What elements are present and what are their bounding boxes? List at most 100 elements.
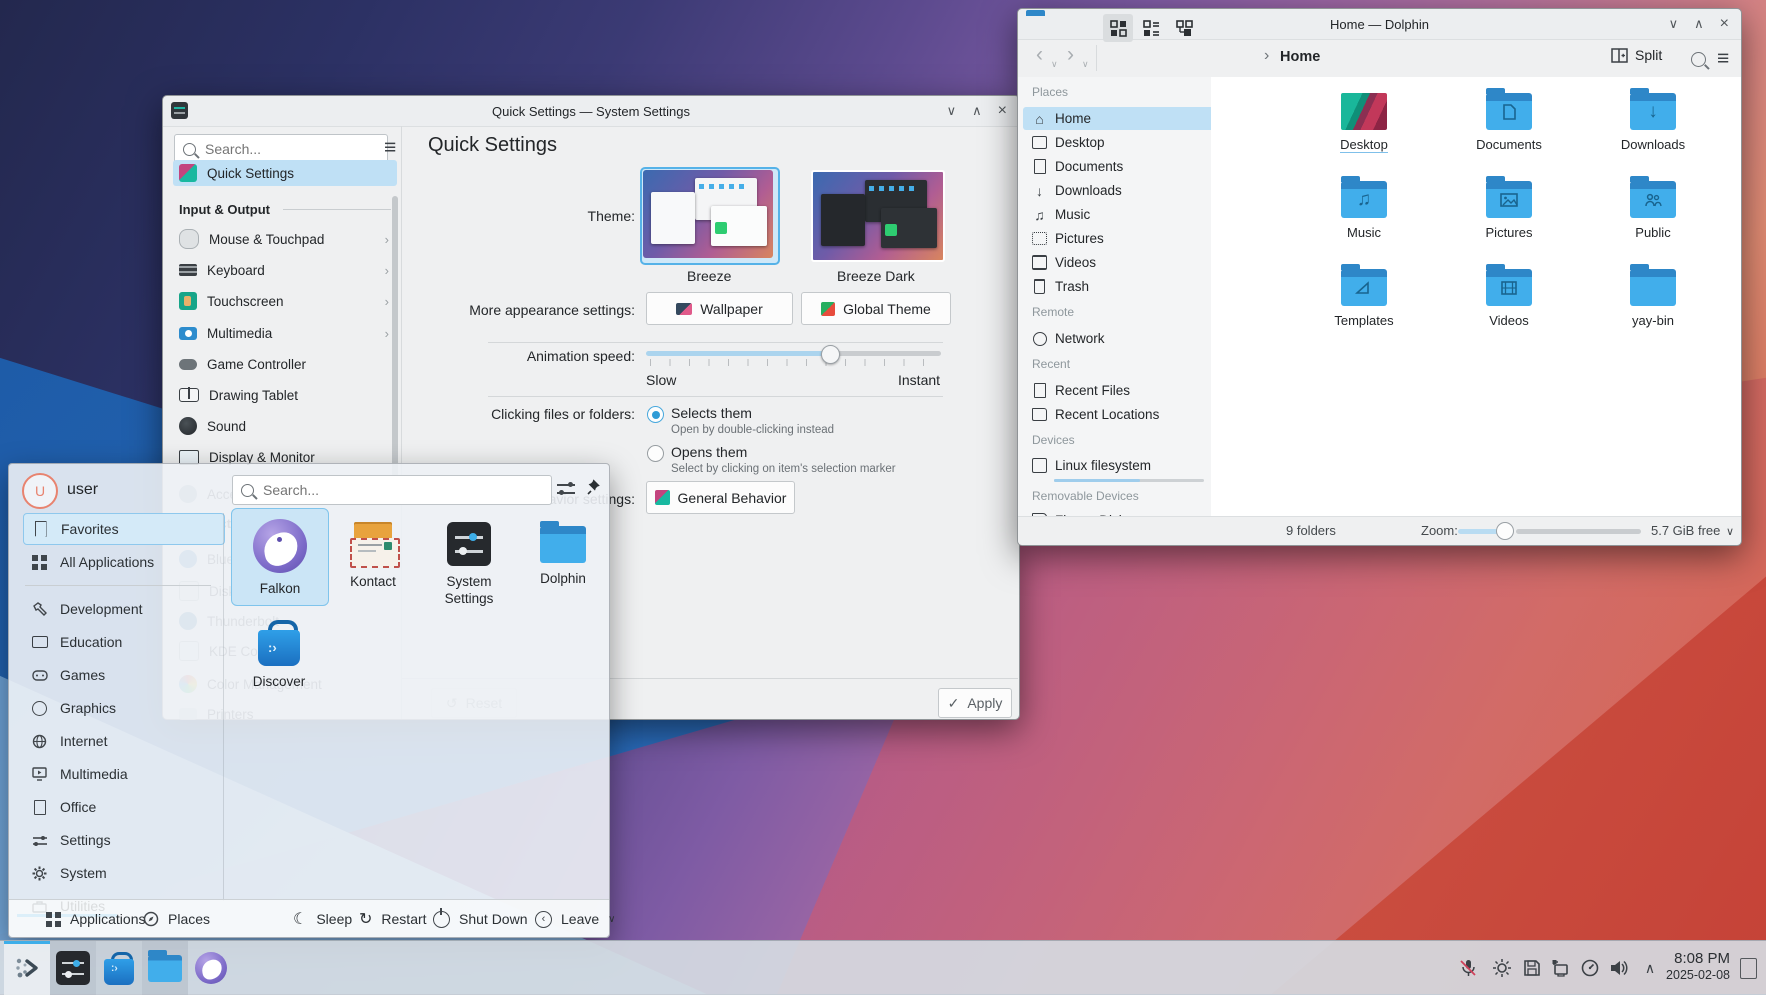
folder-videos[interactable]: Videos <box>1449 269 1569 328</box>
restart-button[interactable]: ↻ Restart <box>359 901 427 937</box>
sidebar-item-quick-settings[interactable]: Quick Settings <box>173 160 397 186</box>
radio-opens-them[interactable] <box>647 445 664 462</box>
sidebar-item-touchscreen[interactable]: Touchscreen › <box>173 288 397 314</box>
task-system-settings[interactable] <box>50 941 96 995</box>
maximize-icon[interactable]: ∧ <box>972 103 982 119</box>
sidebar-item-sound[interactable]: Sound <box>173 413 397 439</box>
launcher-search-input[interactable] <box>261 481 543 499</box>
maximize-icon[interactable]: ∧ <box>1694 16 1704 32</box>
app-tile-falkon[interactable]: Falkon <box>231 508 329 606</box>
theme-breeze-dark-thumbnail[interactable] <box>811 170 945 262</box>
microphone-muted-icon[interactable] <box>1458 958 1478 978</box>
avatar[interactable]: U <box>22 473 58 509</box>
hamburger-menu-icon[interactable]: ≡ <box>1717 47 1729 71</box>
places-item-recent-locations[interactable]: Recent Locations <box>1023 403 1214 426</box>
task-falkon[interactable] <box>188 941 234 995</box>
general-behavior-button[interactable]: General Behavior <box>646 481 795 514</box>
settings-search-input[interactable] <box>203 140 379 158</box>
details-view-button[interactable] <box>1136 14 1166 42</box>
close-icon[interactable]: × <box>998 102 1007 120</box>
sidebar-item-multimedia[interactable]: Multimedia › <box>173 320 397 346</box>
category-multimedia[interactable]: Multimedia <box>23 759 223 789</box>
task-discover[interactable]: :› <box>96 941 142 995</box>
close-icon[interactable]: × <box>1720 15 1729 33</box>
minimize-icon[interactable]: ∨ <box>947 103 957 119</box>
minimize-icon[interactable]: ∨ <box>1669 16 1679 32</box>
places-item-music[interactable]: ♫ Music <box>1023 203 1214 226</box>
theme-breeze-thumbnail[interactable] <box>643 170 773 258</box>
places-item-documents[interactable]: Documents <box>1023 155 1214 178</box>
sleep-button[interactable]: ☾ Sleep <box>293 901 352 937</box>
sidebar-item-drawing-tablet[interactable]: Drawing Tablet <box>173 382 397 408</box>
apply-button[interactable]: ✓ Apply <box>938 688 1012 718</box>
folder-desktop[interactable]: Desktop <box>1304 93 1424 153</box>
show-desktop-button[interactable] <box>1740 958 1757 979</box>
search-icon[interactable] <box>1691 52 1706 67</box>
clock[interactable]: 8:08 PM 2025-02-08 <box>1660 949 1730 983</box>
places-item-desktop[interactable]: Desktop <box>1023 131 1214 154</box>
places-item-linux-filesystem[interactable]: Linux filesystem <box>1023 454 1214 477</box>
configure-icon[interactable] <box>557 481 575 497</box>
radio-opens-label[interactable]: Opens them <box>671 444 747 460</box>
launcher-button[interactable] <box>4 941 50 995</box>
category-development[interactable]: Development <box>23 594 223 624</box>
split-button[interactable]: Split <box>1611 47 1662 63</box>
sidebar-item-keyboard[interactable]: Keyboard › <box>173 257 397 283</box>
shutdown-button[interactable]: Shut Down <box>433 901 527 937</box>
free-space-dropdown-icon[interactable]: ∨ <box>1726 525 1734 538</box>
breadcrumb-home[interactable]: Home <box>1280 49 1320 65</box>
radio-selects-them[interactable] <box>647 406 664 423</box>
tray-expand-icon[interactable]: ∧ <box>1640 958 1660 978</box>
folder-pictures[interactable]: Pictures <box>1449 181 1569 240</box>
app-tile-kontact[interactable]: Kontact <box>325 512 421 591</box>
category-settings[interactable]: Settings <box>23 825 223 855</box>
zoom-slider-track[interactable] <box>1516 529 1641 534</box>
category-graphics[interactable]: Graphics <box>23 693 223 723</box>
launcher-search-box[interactable] <box>232 475 552 505</box>
animation-slider-track[interactable] <box>646 351 829 356</box>
category-games[interactable]: Games <box>23 660 223 690</box>
sidebar-scrollbar[interactable] <box>392 196 398 496</box>
places-tab[interactable]: Places <box>143 901 210 937</box>
animation-slider-handle[interactable] <box>821 345 840 364</box>
back-icon[interactable]: ‹ <box>1036 43 1043 67</box>
back-dropdown-icon[interactable]: ∨ <box>1051 59 1058 70</box>
sidebar-item-mouse-touchpad[interactable]: Mouse & Touchpad › <box>173 226 397 252</box>
sidebar-menu-icon[interactable]: ≡ <box>384 136 396 160</box>
places-item-home[interactable]: ⌂ Home <box>1023 107 1214 130</box>
folder-yay-bin[interactable]: yay-bin <box>1593 269 1713 328</box>
forward-icon[interactable]: › <box>1067 43 1074 67</box>
places-item-pictures[interactable]: Pictures <box>1023 227 1214 250</box>
places-item-videos[interactable]: Videos <box>1023 251 1214 274</box>
task-dolphin[interactable] <box>142 941 188 995</box>
icons-view-button[interactable] <box>1103 14 1133 42</box>
app-tile-dolphin[interactable]: Dolphin <box>515 512 611 588</box>
brightness-icon[interactable] <box>1492 958 1512 978</box>
disk-activity-icon[interactable] <box>1522 958 1542 978</box>
folder-public[interactable]: Public <box>1593 181 1713 240</box>
leave-button[interactable]: ‹ Leave ∨ <box>535 901 615 937</box>
volume-icon[interactable] <box>1608 958 1628 978</box>
animation-slider-track[interactable] <box>829 351 941 356</box>
places-item-downloads[interactable]: ↓ Downloads <box>1023 179 1214 202</box>
zoom-slider-handle[interactable] <box>1496 522 1514 540</box>
category-favorites[interactable]: Favorites <box>23 513 225 545</box>
sidebar-item-game-controller[interactable]: Game Controller <box>173 351 397 377</box>
folder-templates[interactable]: Templates <box>1304 269 1424 328</box>
category-education[interactable]: Education <box>23 627 223 657</box>
places-item-network[interactable]: Network <box>1023 327 1214 350</box>
folder-downloads[interactable]: ↓ Downloads <box>1593 93 1713 152</box>
system-settings-titlebar[interactable]: Quick Settings — System Settings ∨ ∧ × <box>163 96 1019 127</box>
places-item-trash[interactable]: Trash <box>1023 275 1214 298</box>
app-tile-discover[interactable]: :› Discover <box>231 612 327 691</box>
tree-view-button[interactable] <box>1169 14 1199 42</box>
forward-dropdown-icon[interactable]: ∨ <box>1082 59 1089 70</box>
network-icon[interactable] <box>1550 958 1570 978</box>
folder-documents[interactable]: Documents <box>1449 93 1569 152</box>
category-all-applications[interactable]: All Applications <box>23 547 223 577</box>
folder-music[interactable]: ♫ Music <box>1304 181 1424 240</box>
category-system[interactable]: System <box>23 858 223 888</box>
gauge-icon[interactable] <box>1580 958 1600 978</box>
radio-selects-label[interactable]: Selects them <box>671 405 752 421</box>
places-item-recent-files[interactable]: Recent Files <box>1023 379 1214 402</box>
